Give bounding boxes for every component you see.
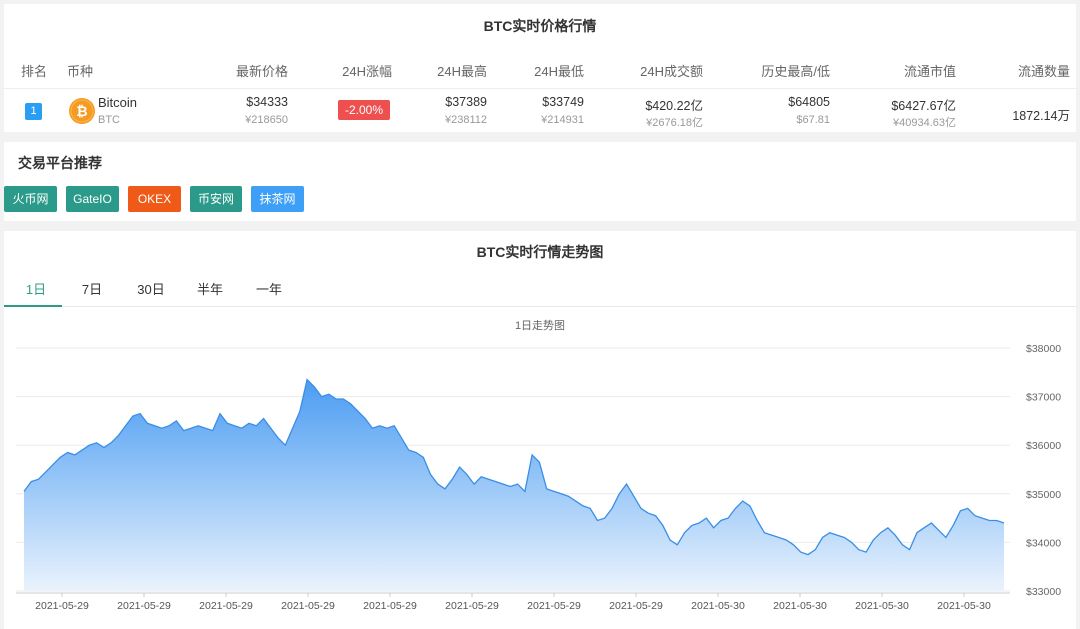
- header-market-cap: 流通市值: [903, 64, 956, 79]
- trend-chart[interactable]: $33000 $34000 $35000 $36000 $37000 $38000 2021…: [4, 231, 1076, 629]
- mcap-usd: $6427.67亿: [891, 99, 956, 113]
- header-rank: 排名: [21, 64, 48, 79]
- change-badge: -2.00%: [338, 100, 390, 120]
- platform-button-huobi[interactable]: 火币网: [4, 186, 57, 212]
- platform-button-mexc[interactable]: 抹茶网: [251, 186, 304, 212]
- rank-badge: 1: [25, 103, 42, 120]
- x-tick-label: 2021-05-29: [117, 600, 171, 612]
- x-tick-label: 2021-05-29: [35, 600, 89, 612]
- trend-panel: BTC实时行情走势图 1日 7日 30日 半年 一年 $33000 $34000 $…: [4, 231, 1076, 629]
- header-high: 24H最高: [437, 64, 487, 79]
- x-tick-label: 2021-05-30: [773, 600, 827, 612]
- svg-text:₿: ₿: [76, 104, 87, 120]
- y-tick-label: $36000: [1026, 440, 1061, 452]
- price-usd: $34333: [246, 95, 288, 109]
- mcap-cny: ¥40934.63亿: [893, 117, 956, 129]
- ath-value: $64805: [788, 95, 830, 109]
- y-tick-label: $38000: [1026, 343, 1061, 355]
- x-tick-label: 2021-05-30: [855, 600, 909, 612]
- low-usd: $33749: [542, 95, 584, 109]
- low-cny: ¥214931: [541, 114, 584, 126]
- coin-symbol: BTC: [98, 114, 120, 126]
- x-tick-label: 2021-05-30: [691, 600, 745, 612]
- platform-button-gateio[interactable]: GateIO: [66, 186, 119, 212]
- price-panel: BTC实时价格行情 排名 币种 最新价格 24H涨幅 24H最高 24H最低 2…: [4, 4, 1076, 132]
- coin-name[interactable]: Bitcoin: [98, 95, 137, 110]
- x-tick-label: 2021-05-29: [363, 600, 417, 612]
- y-tick-label: $34000: [1026, 537, 1061, 549]
- y-tick-label: $33000: [1026, 586, 1061, 598]
- bitcoin-icon: ₿: [69, 98, 95, 124]
- header-supply: 流通数量: [1017, 64, 1070, 79]
- platforms-panel: 交易平台推荐 火币网 GateIO OKEX 币安网 抹茶网: [4, 142, 1076, 221]
- x-tick-label: 2021-05-29: [199, 600, 253, 612]
- header-change: 24H涨幅: [342, 64, 392, 79]
- x-tick-label: 2021-05-29: [609, 600, 663, 612]
- high-cny: ¥238112: [444, 114, 487, 126]
- header-price: 最新价格: [235, 64, 288, 79]
- header-divider: [4, 88, 1076, 89]
- high-usd: $37389: [445, 95, 487, 109]
- supply-value: 1872.14万: [1012, 109, 1070, 123]
- platform-button-binance[interactable]: 币安网: [190, 186, 242, 212]
- volume-cny: ¥2676.18亿: [646, 117, 703, 129]
- x-tick-label: 2021-05-29: [527, 600, 581, 612]
- header-coin: 币种: [67, 64, 94, 79]
- price-cny: ¥218650: [245, 114, 288, 126]
- platform-button-okex[interactable]: OKEX: [128, 186, 181, 212]
- platforms-title: 交易平台推荐: [18, 155, 102, 171]
- x-tick-label: 2021-05-30: [937, 600, 991, 612]
- price-panel-title: BTC实时价格行情: [483, 18, 597, 34]
- x-tick-label: 2021-05-29: [281, 600, 335, 612]
- header-volume: 24H成交额: [640, 64, 703, 79]
- chart-title: 1日走势图: [515, 319, 565, 332]
- header-ath-atl: 历史最高/低: [761, 64, 830, 79]
- y-tick-label: $35000: [1026, 489, 1061, 501]
- volume-usd: $420.22亿: [645, 99, 703, 113]
- atl-value: $67.81: [796, 114, 830, 126]
- y-tick-label: $37000: [1026, 392, 1061, 404]
- header-low: 24H最低: [534, 64, 584, 79]
- x-tick-label: 2021-05-29: [445, 600, 499, 612]
